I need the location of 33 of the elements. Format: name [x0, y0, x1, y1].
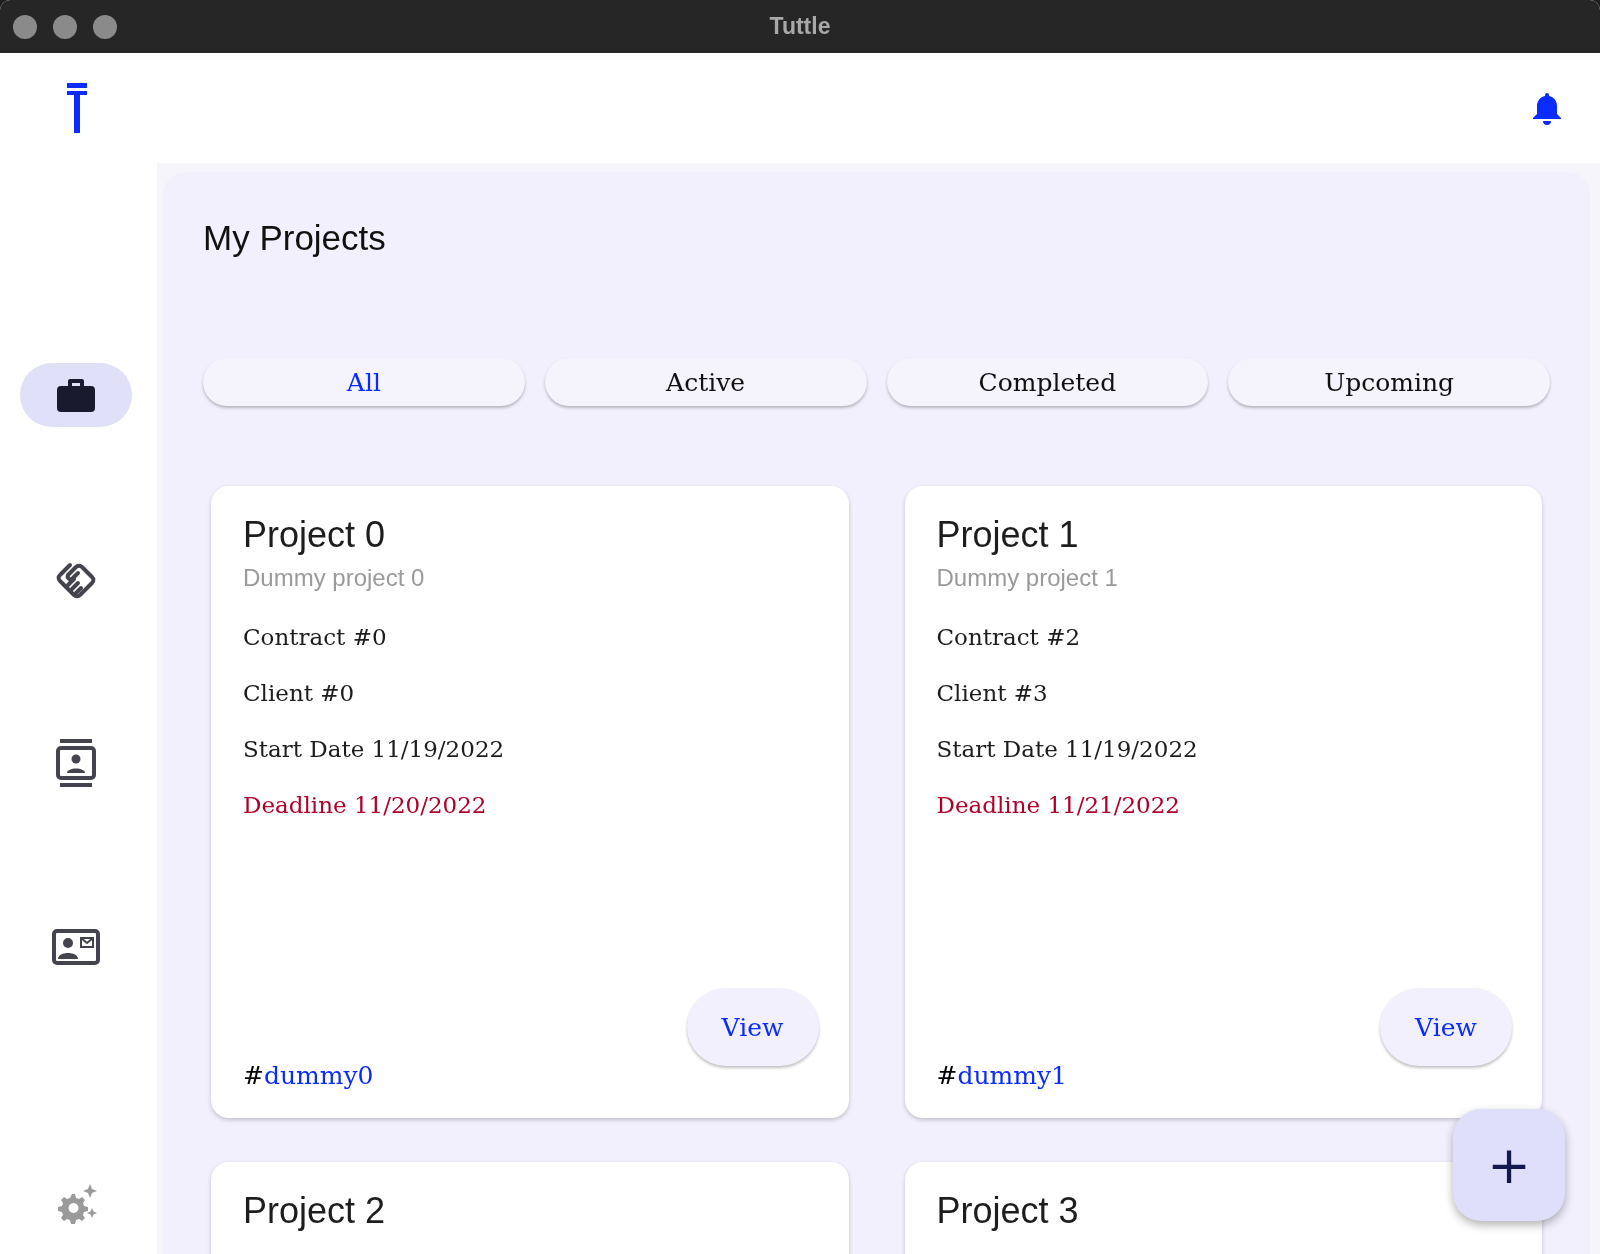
contract-label: Contract #0: [243, 623, 388, 650]
view-button[interactable]: View: [1380, 988, 1512, 1066]
filter-tab[interactable]: Active: [544, 358, 867, 406]
project-description: Dummy project 0: [243, 563, 426, 592]
notification-bell-icon[interactable]: [1532, 91, 1562, 125]
project-title: Project 1: [936, 516, 1080, 554]
briefcase-icon: [55, 377, 96, 413]
contacts-book-icon: [55, 739, 96, 787]
deadline-date: Deadline 11/20/2022: [243, 791, 488, 818]
start-date: Start Date 11/19/2022: [243, 735, 506, 762]
view-button[interactable]: View: [686, 988, 819, 1066]
filter-tab[interactable]: Upcoming: [1228, 358, 1550, 406]
client-label: Client #0: [243, 679, 356, 706]
project-hashtag: #dummy1: [936, 1061, 1067, 1090]
window-control-button[interactable]: [53, 14, 77, 39]
contact-card-icon: [51, 929, 100, 965]
window-title: Tuttle: [769, 13, 831, 40]
contract-label: Contract #2: [936, 623, 1082, 650]
project-hashtag: #dummy0: [243, 1061, 374, 1090]
project-title: Project 2: [243, 1192, 387, 1230]
window-control-button[interactable]: [93, 14, 117, 39]
filter-tab[interactable]: Completed: [886, 358, 1209, 406]
client-label: Client #3: [936, 679, 1049, 706]
page-title: My Projects: [203, 218, 387, 258]
window-control-button[interactable]: [13, 14, 37, 39]
logo-icon: [67, 83, 87, 133]
project-title: Project 0: [243, 516, 387, 554]
deadline-date: Deadline 11/21/2022: [936, 791, 1181, 818]
filter-tab[interactable]: All: [203, 358, 525, 406]
start-date: Start Date 11/19/2022: [936, 735, 1199, 762]
add-project-button[interactable]: +: [1453, 1109, 1565, 1221]
project-title: Project 3: [936, 1192, 1080, 1230]
project-description: Dummy project 1: [936, 563, 1119, 592]
